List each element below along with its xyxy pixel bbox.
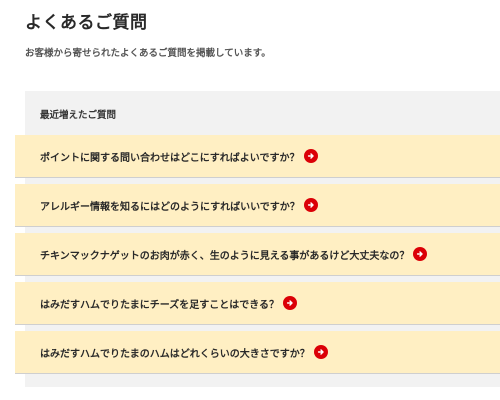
page-title: よくあるご質問 xyxy=(25,13,148,33)
page-subtitle: お客様から寄せられたよくあるご質問を掲載しています。 xyxy=(25,48,271,59)
faq-item-label: アレルギー情報を知るにはどのようにすればいいですか？ xyxy=(40,201,300,213)
arrow-right-circle-icon xyxy=(283,296,297,310)
arrow-right-circle-icon xyxy=(303,198,318,212)
faq-item-ham-size[interactable]: はみだすハムでりたまのハムはどれくらいの大きさですか？ xyxy=(15,331,500,374)
faq-item-label: はみだすハムでりたまにチーズを足すことはできる？ xyxy=(40,299,279,311)
arrow-right-circle-icon xyxy=(313,345,328,359)
faq-item-points[interactable]: ポイントに関する問い合わせはどこにすればよいですか？ xyxy=(15,135,500,178)
faq-item-label: チキンマックナゲットのお肉が赤く、生のように見える事があるけど大丈夫なの？ xyxy=(40,250,410,262)
faq-item-add-cheese[interactable]: はみだすハムでりたまにチーズを足すことはできる？ xyxy=(15,282,500,325)
section-heading: 最近増えたご質問 xyxy=(40,110,117,121)
arrow-right-circle-icon xyxy=(413,247,428,261)
faq-item-label: はみだすハムでりたまのハムはどれくらいの大きさですか？ xyxy=(40,348,310,360)
faq-item-label: ポイントに関する問い合わせはどこにすればよいですか？ xyxy=(40,152,300,164)
faq-item-allergy[interactable]: アレルギー情報を知るにはどのようにすればいいですか？ xyxy=(15,184,500,227)
arrow-right-circle-icon xyxy=(303,149,318,163)
faq-item-nuggets[interactable]: チキンマックナゲットのお肉が赤く、生のように見える事があるけど大丈夫なの？ xyxy=(15,233,500,276)
